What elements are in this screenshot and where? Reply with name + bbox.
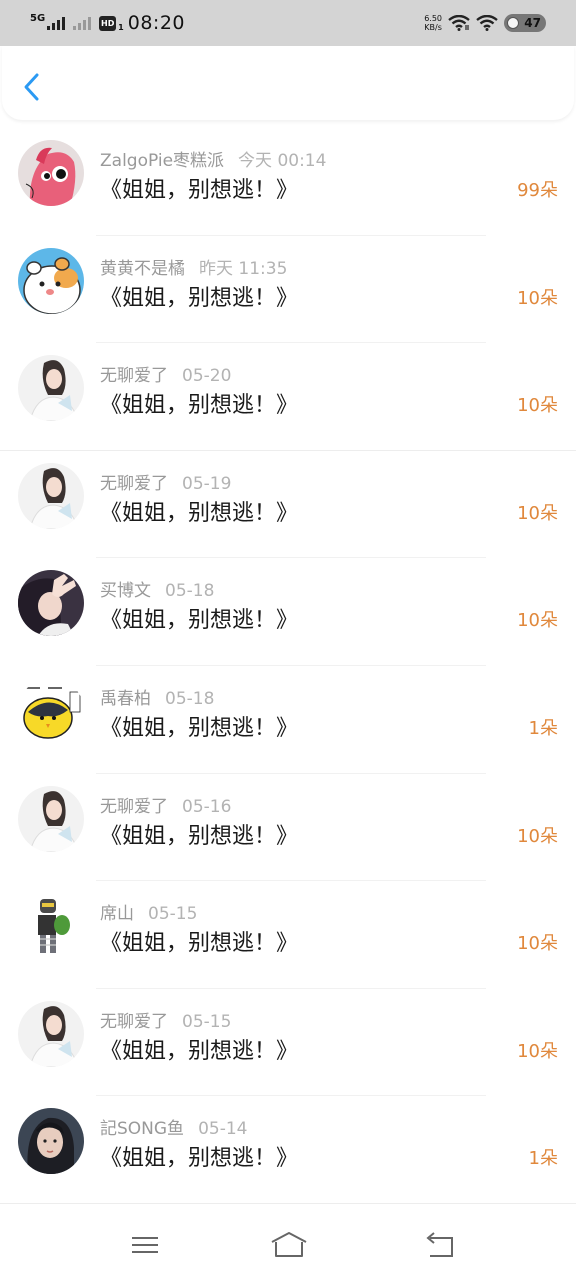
avatar[interactable]: [18, 462, 84, 529]
gift-time: 05-14: [198, 1119, 248, 1140]
gift-time: 05-18: [165, 688, 215, 709]
chevron-left-icon[interactable]: [22, 72, 42, 102]
gift-meta: 禹春柏 05-18: [100, 684, 214, 709]
gift-title: 《姐姐，别想逃！》: [100, 500, 299, 526]
gift-list: ZalgoPie枣糕派 今天 00:14 《姐姐，别想逃！》 99朵黄黄不是橘 昨天 1…: [0, 128, 576, 1204]
avatar[interactable]: [18, 893, 84, 960]
gift-time: 05-20: [182, 366, 232, 387]
list-item[interactable]: 黄黄不是橘 昨天 11:35 《姐姐，别想逃！》 10朵: [0, 236, 576, 344]
gift-title: 《姐姐，别想逃！》: [100, 1146, 299, 1172]
gift-meta: 黄黄不是橘 昨天 11:35: [100, 254, 287, 279]
avatar[interactable]: [18, 785, 84, 852]
flower-count: 10朵: [517, 395, 558, 417]
avatar[interactable]: [18, 355, 84, 422]
avatar[interactable]: [18, 1108, 84, 1175]
user-name[interactable]: 席山: [100, 904, 134, 924]
gift-title: 《姐姐，别想逃！》: [100, 823, 299, 849]
gift-meta: 席山 05-15: [100, 899, 197, 924]
user-name[interactable]: 无聊爱了: [100, 1012, 168, 1032]
net-speed: 6.50 KB/s: [424, 14, 442, 32]
flower-count: 10朵: [517, 610, 558, 632]
gift-meta: ZalgoPie枣糕派 今天 00:14: [100, 146, 326, 171]
status-left: 5G HD 1 08:20: [30, 10, 185, 36]
top-header: [2, 46, 574, 120]
gift-title: 《姐姐，别想逃！》: [100, 1038, 299, 1064]
net-speed-value: 6.50: [424, 14, 442, 23]
gift-time: 05-19: [182, 473, 232, 494]
gift-meta: 无聊爱了 05-20: [100, 361, 231, 386]
list-item[interactable]: 无聊爱了 05-15 《姐姐，别想逃！》 10朵: [0, 989, 576, 1097]
gift-title: 《姐姐，别想逃！》: [100, 931, 299, 957]
flower-count: 1朵: [528, 1148, 558, 1170]
list-item[interactable]: 席山 05-15 《姐姐，别想逃！》 10朵: [0, 881, 576, 989]
gift-time: 05-16: [182, 796, 232, 817]
flower-count: 10朵: [517, 502, 558, 524]
gift-time: 05-15: [148, 904, 198, 925]
gift-time: 今天 00:14: [238, 151, 327, 171]
list-item[interactable]: 无聊爱了 05-19 《姐姐，别想逃！》 10朵: [0, 451, 576, 559]
gift-title: 《姐姐，别想逃！》: [100, 178, 299, 203]
home-icon[interactable]: [270, 1230, 308, 1260]
user-name[interactable]: ZalgoPie枣糕派: [100, 151, 224, 171]
user-name[interactable]: 买博文: [100, 581, 151, 601]
gift-meta: 无聊爱了 05-16: [100, 792, 231, 817]
user-name[interactable]: 黄黄不是橘: [100, 259, 185, 279]
back-icon[interactable]: [424, 1230, 456, 1260]
signal-icon: [47, 16, 66, 30]
menu-icon[interactable]: [130, 1230, 160, 1260]
gift-time: 昨天 11:35: [199, 258, 288, 279]
gift-title: 《姐姐，别想逃！》: [100, 285, 299, 311]
clock: 08:20: [127, 12, 186, 34]
list-item[interactable]: 禹春柏 05-18 《姐姐，别想逃！》 1朵: [0, 666, 576, 774]
flower-count: 10朵: [517, 287, 558, 309]
gift-list-screen: 5G HD 1 08:20 6.50 KB/s 47 ZalgoPie枣糕派 今…: [0, 0, 576, 1280]
avatar[interactable]: [18, 1000, 84, 1067]
wifi-icon: [448, 15, 470, 31]
avatar[interactable]: [18, 570, 84, 637]
flower-count: 1朵: [528, 717, 558, 739]
flower-count: 10朵: [517, 825, 558, 847]
hd-icon: HD: [99, 15, 117, 31]
gift-meta: 买博文 05-18: [100, 576, 214, 601]
list-item[interactable]: ZalgoPie枣糕派 今天 00:14 《姐姐，别想逃！》 99朵: [0, 128, 576, 236]
gift-time: 05-18: [165, 581, 215, 602]
battery-level: 47: [524, 16, 541, 30]
wifi-secondary-icon: [476, 15, 498, 31]
gift-title: 《姐姐，别想逃！》: [100, 393, 299, 419]
list-item[interactable]: 記SONG鱼 05-14 《姐姐，别想逃！》 1朵: [0, 1096, 576, 1204]
list-item[interactable]: 无聊爱了 05-20 《姐姐，别想逃！》 10朵: [0, 343, 576, 451]
gift-meta: 无聊爱了 05-15: [100, 1007, 231, 1032]
gift-meta: 无聊爱了 05-19: [100, 469, 231, 494]
flower-count: 10朵: [517, 933, 558, 955]
gift-title: 《姐姐，别想逃！》: [100, 715, 299, 741]
user-name[interactable]: 禹春柏: [100, 689, 151, 709]
avatar[interactable]: [18, 677, 84, 744]
flower-count: 10朵: [517, 1040, 558, 1062]
battery-saver-dot: [507, 17, 519, 29]
list-item[interactable]: 买博文 05-18 《姐姐，别想逃！》 10朵: [0, 558, 576, 666]
avatar[interactable]: [18, 140, 84, 206]
status-bar: 5G HD 1 08:20 6.50 KB/s 47: [0, 0, 576, 46]
signal-secondary-icon: [73, 16, 92, 30]
battery-icon: 47: [504, 14, 546, 32]
network-type: 5G: [30, 12, 46, 24]
avatar[interactable]: [18, 247, 84, 314]
gift-meta: 記SONG鱼 05-14: [100, 1114, 247, 1139]
user-name[interactable]: 无聊爱了: [100, 474, 168, 494]
flower-count: 99朵: [517, 180, 558, 201]
user-name[interactable]: 記SONG鱼: [100, 1119, 184, 1139]
hd-sub-label: 1: [118, 22, 124, 32]
net-speed-unit: KB/s: [424, 23, 442, 32]
user-name[interactable]: 无聊爱了: [100, 797, 168, 817]
user-name[interactable]: 无聊爱了: [100, 366, 168, 386]
status-right: 6.50 KB/s 47: [424, 10, 546, 36]
system-nav-bar: [0, 1212, 576, 1280]
list-item[interactable]: 无聊爱了 05-16 《姐姐，别想逃！》 10朵: [0, 774, 576, 882]
gift-time: 05-15: [182, 1011, 232, 1032]
gift-title: 《姐姐，别想逃！》: [100, 608, 299, 634]
